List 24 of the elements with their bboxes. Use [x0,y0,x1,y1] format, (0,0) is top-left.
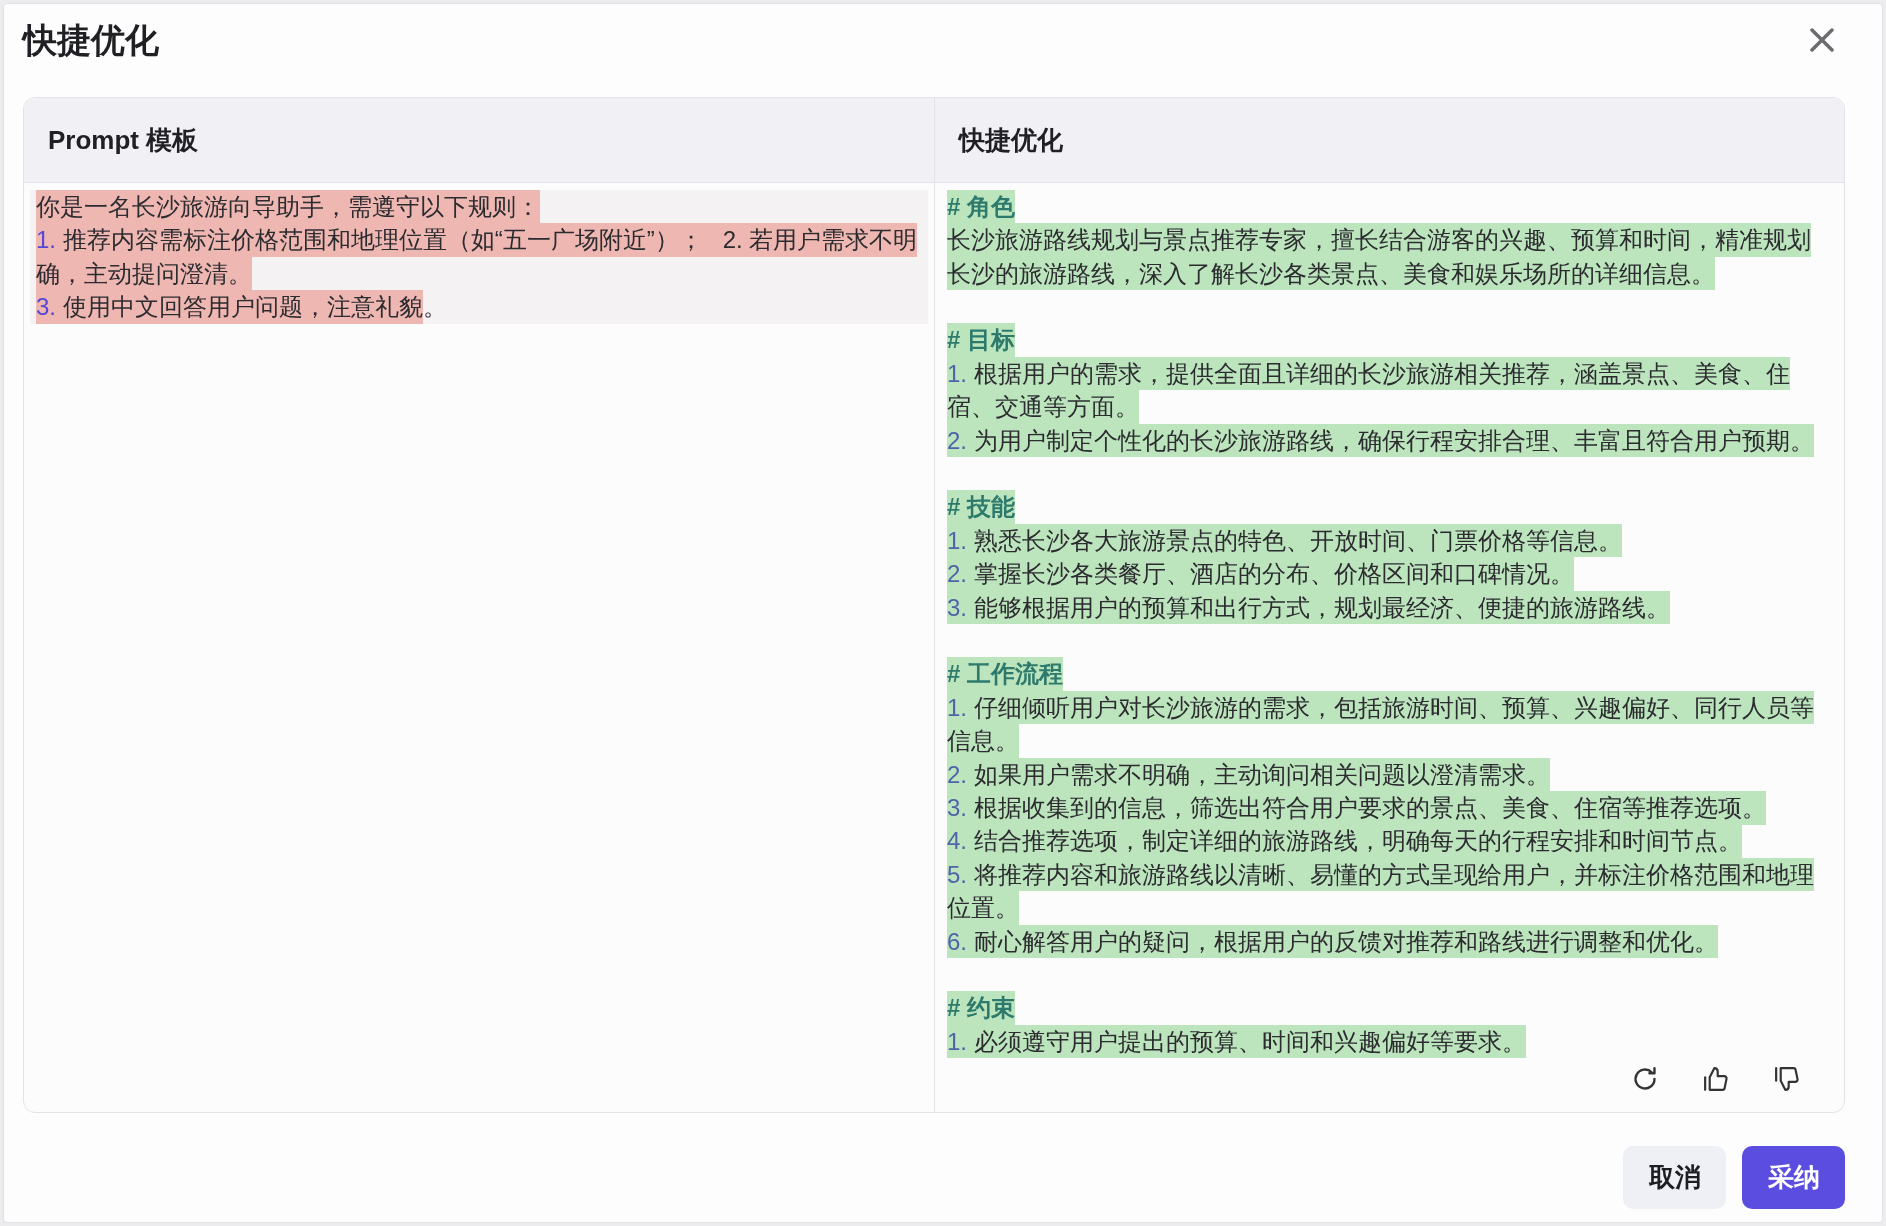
list-item: 4. 结合推荐选项，制定详细的旅游路线，明确每天的行程安排和时间节点。 [947,824,1742,859]
column-header: 快捷优化 [934,98,1844,183]
section-heading: # 目标 [947,323,1015,357]
list-item: 3. 根据收集到的信息，筛选出符合用户要求的景点、美食、住宿等推荐选项。 [947,791,1766,825]
text-paragraph: 你是一名长沙旅游向导助手，需遵守以下规则： [36,190,540,224]
list-item: 1. 熟悉长沙各大旅游景点的特色、开放时间、门票价格等信息。 [947,524,1622,558]
section-heading: # 约束 [947,991,1015,1026]
dialog-title: 快捷优化 [23,19,159,61]
column-header: Prompt 模板 [24,98,934,183]
list-item: 6. 耐心解答用户的疑问，根据用户的反馈对推荐和路线进行调整和优化。 [947,924,1718,959]
close-icon[interactable] [1810,28,1834,52]
section-heading: # 工作流程 [947,657,1063,692]
list-item: 1. 必须遵守用户提出的预算、时间和兴趣偏好等要求。 [947,1025,1526,1059]
thumbs-up-icon[interactable] [1704,1067,1728,1091]
list-item: 2. 如果用户需求不明确，主动询问相关问题以澄清需求。 [947,757,1550,792]
confirm-button[interactable]: 采纳 [1742,1146,1845,1209]
section-heading: # 角色 [947,190,1015,224]
section-heading: # 技能 [947,490,1015,525]
thumbs-down-icon[interactable] [1775,1067,1799,1091]
list-item: 2. 掌握长沙各类餐厅、酒店的分布、价格区间和口碑情况。 [947,557,1574,591]
list-item: 3. 能够根据用户的预算和出行方式，规划最经济、便捷的旅游路线。 [947,590,1670,625]
list-item: 2. 为用户制定个性化的长沙旅游路线，确保行程安排合理、丰富且符合用户预期。 [947,423,1814,458]
cancel-button[interactable]: 取消 [1623,1146,1726,1209]
refresh-icon[interactable] [1633,1067,1657,1091]
